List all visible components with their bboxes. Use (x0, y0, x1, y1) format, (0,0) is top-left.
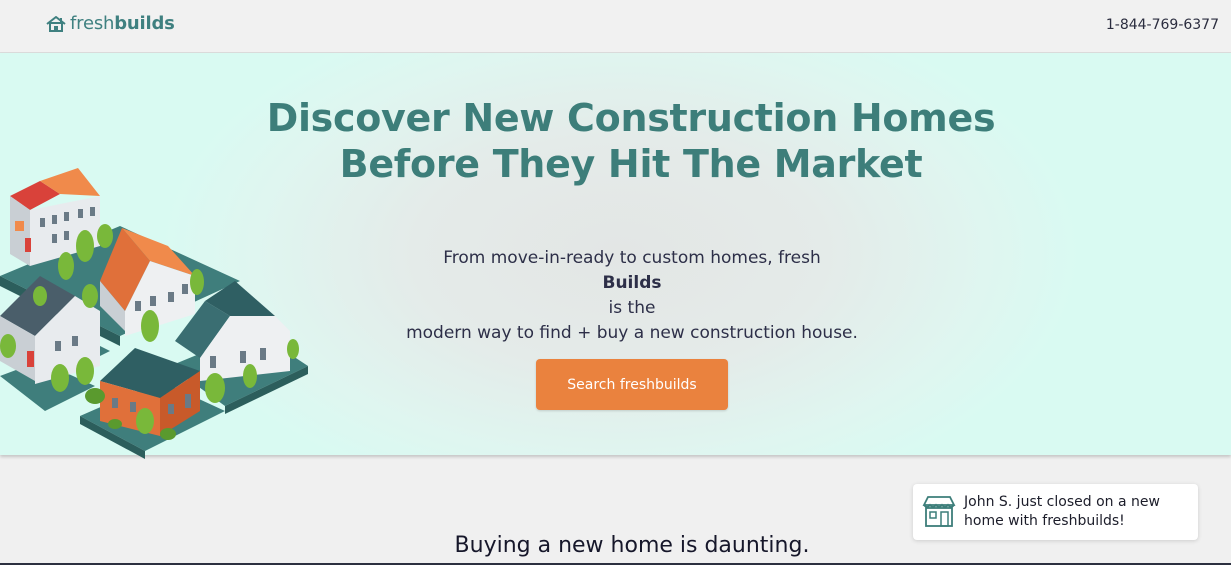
logo-prefix: fresh (70, 13, 115, 34)
site-header: freshbuilds 1-844-769-6377 (0, 0, 1231, 53)
toast-line: John S. just closed on a new (964, 494, 1160, 510)
freshbuilds-logo[interactable]: freshbuilds (46, 13, 175, 34)
logo-wordmark: freshbuilds (70, 13, 175, 34)
hero-subtitle-brand: Builds (602, 273, 662, 293)
toast-message: John S. just closed on a new home with f… (964, 493, 1189, 531)
social-proof-toast[interactable]: John S. just closed on a new home with f… (913, 484, 1198, 540)
house-icon (46, 15, 66, 32)
isometric-neighborhood-illustration (0, 168, 308, 459)
search-freshbuilds-button[interactable]: Search freshbuilds (536, 359, 728, 410)
logo-suffix: builds (114, 13, 175, 34)
hero-title-line: Discover New Construction Homes (266, 96, 996, 140)
toast-line: home with freshbuilds! (964, 513, 1125, 529)
phone-number-link[interactable]: 1-844-769-6377 (1106, 17, 1219, 33)
storefront-icon (922, 495, 956, 533)
